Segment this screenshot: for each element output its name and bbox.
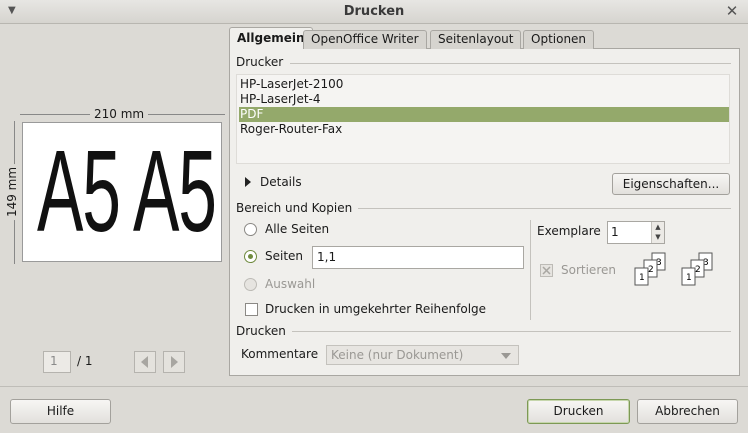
cancel-button[interactable]: Abbrechen <box>637 399 738 424</box>
close-icon[interactable]: ✕ <box>724 2 740 20</box>
range-section-title: Bereich und Kopien <box>236 201 353 215</box>
printer-item[interactable]: HP-LaserJet-4 <box>239 92 729 107</box>
svg-text:1: 1 <box>686 273 692 283</box>
chevron-right-icon <box>171 356 178 368</box>
collated-pages-icon: 3 2 1 <box>681 252 713 286</box>
details-expander[interactable]: Details <box>260 175 302 189</box>
help-button[interactable]: Hilfe <box>10 399 111 424</box>
reverse-order-checkbox[interactable] <box>245 303 258 316</box>
preview-page-input[interactable]: 1 <box>43 351 71 373</box>
collate-checkbox <box>540 264 553 277</box>
chevron-left-icon <box>141 356 148 368</box>
selection-label: Auswahl <box>265 277 316 291</box>
paper-width-label: 210 mm <box>90 107 149 121</box>
pages-label[interactable]: Seiten <box>265 249 303 263</box>
comments-label: Kommentare <box>241 347 319 361</box>
copies-value[interactable]: 1 <box>611 225 619 239</box>
divider <box>292 331 731 332</box>
copies-label: Exemplare <box>537 224 601 238</box>
collated-pages-icon: 3 2 1 <box>634 252 666 286</box>
tab-general[interactable]: Allgemein <box>229 27 313 49</box>
printer-item[interactable]: Roger-Router-Fax <box>239 122 729 137</box>
pages-range-input[interactable]: 1,1 <box>312 246 524 269</box>
vertical-divider <box>530 220 531 320</box>
selection-radio <box>244 278 257 291</box>
check-icon <box>542 266 551 275</box>
preview-page-text-right: A5 <box>133 126 217 256</box>
svg-text:1: 1 <box>639 273 645 283</box>
next-page-button[interactable] <box>163 351 185 373</box>
paper-height-indicator: 149 mm <box>5 121 22 264</box>
previous-page-button[interactable] <box>134 351 156 373</box>
divider <box>290 63 731 64</box>
tab-page-layout[interactable]: Seitenlayout <box>430 30 522 49</box>
expander-arrow-icon[interactable] <box>244 177 252 187</box>
preview-page-total: / 1 <box>77 354 93 368</box>
printer-item-selected[interactable]: PDF <box>239 107 729 122</box>
page-preview: A5 A5 <box>22 122 222 262</box>
copies-spinbox[interactable]: 1 ▲ ▼ <box>607 221 665 244</box>
all-pages-radio[interactable] <box>244 223 257 236</box>
chevron-down-icon <box>501 353 511 359</box>
print-button[interactable]: Drucken <box>527 399 630 424</box>
properties-button[interactable]: Eigenschaften... <box>612 173 730 195</box>
paper-width-indicator: 210 mm <box>20 107 225 121</box>
printer-list: HP-LaserJet-2100 HP-LaserJet-4 PDF Roger… <box>236 74 730 164</box>
divider <box>358 208 731 209</box>
collate-label: Sortieren <box>561 263 616 277</box>
svg-text:2: 2 <box>648 265 654 275</box>
printer-item[interactable]: HP-LaserJet-2100 <box>239 77 729 92</box>
printer-section-title: Drucker <box>236 55 284 69</box>
tab-openoffice-writer[interactable]: OpenOffice Writer <box>303 30 427 49</box>
comments-select: Keine (nur Dokument) <box>326 345 519 365</box>
spin-buttons[interactable]: ▲ ▼ <box>651 222 664 243</box>
tab-options[interactable]: Optionen <box>523 30 595 49</box>
all-pages-label[interactable]: Alle Seiten <box>265 222 329 236</box>
window-title: Drucken <box>343 4 405 19</box>
svg-text:2: 2 <box>695 265 701 275</box>
pages-radio[interactable] <box>244 250 257 263</box>
print-section-title: Drucken <box>236 324 286 338</box>
reverse-order-label[interactable]: Drucken in umgekehrter Reihenfolge <box>265 302 486 316</box>
footer-divider <box>0 386 748 387</box>
preview-page-text-left: A5 <box>37 126 121 256</box>
spin-down-icon[interactable]: ▼ <box>652 232 664 242</box>
comments-value: Keine (nur Dokument) <box>331 348 464 362</box>
paper-height-label: 149 mm <box>5 163 20 221</box>
spin-up-icon[interactable]: ▲ <box>652 222 664 232</box>
